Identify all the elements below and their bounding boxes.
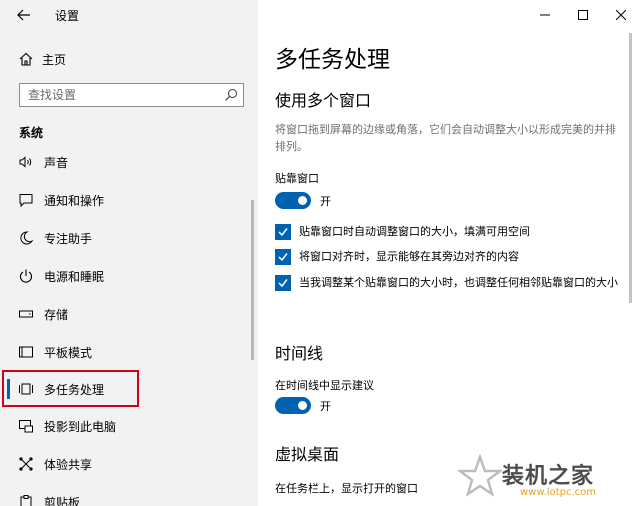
timeline-section-heading: 时间线	[275, 344, 324, 363]
sidebar-item-label: 专注助手	[44, 232, 93, 246]
sidebar-item-label: 剪贴板	[44, 496, 81, 506]
checkmark-icon	[278, 228, 288, 237]
page-title: 多任务处理	[275, 47, 390, 73]
projector-icon	[19, 420, 33, 433]
sidebar-item-project-to-pc[interactable]: 投影到此电脑	[0, 407, 250, 445]
minimize-icon	[540, 14, 550, 16]
sidebar-item-clipboard[interactable]: 剪贴板	[0, 483, 250, 506]
share-icon	[19, 457, 33, 471]
maximize-icon	[578, 10, 588, 20]
minimize-button[interactable]	[526, 0, 564, 30]
sidebar-item-label: 体验共享	[44, 458, 93, 472]
sidebar-item-notifications[interactable]: 通知和操作	[0, 181, 250, 219]
back-arrow-icon	[17, 9, 30, 21]
checkbox-label: 贴靠窗口时自动调整窗口的大小，填满可用空间	[299, 225, 530, 238]
watermark-url: www.lotpc.com	[520, 487, 596, 498]
close-icon	[616, 10, 626, 20]
sidebar-item-label: 存储	[44, 308, 69, 322]
maximize-button[interactable]	[564, 0, 602, 30]
speaker-icon	[19, 156, 32, 168]
sidebar-item-storage[interactable]: 存储	[0, 295, 250, 333]
close-button[interactable]	[602, 0, 640, 30]
snap-description: 将窗口拖到屏幕的边缘或角落，它们会自动调整大小以形成完美的并排排列。	[275, 123, 616, 153]
window-controls	[526, 0, 640, 30]
clipboard-icon	[20, 495, 32, 506]
checkbox-label: 将窗口对齐时，显示能够在其旁边对齐的内容	[299, 250, 519, 263]
moon-icon	[20, 231, 34, 245]
search-box[interactable]	[19, 83, 244, 107]
storage-icon	[19, 310, 33, 318]
section-label: 系统	[19, 126, 44, 140]
snap-toggle-state: 开	[320, 195, 331, 208]
toggle-knob	[298, 196, 307, 205]
annotation-highlight-box	[2, 370, 139, 407]
checkbox-resize-adjacent[interactable]	[275, 275, 291, 291]
snap-toggle[interactable]	[275, 192, 311, 209]
timeline-toggle-state: 开	[320, 400, 331, 413]
home-label: 主页	[42, 53, 67, 67]
home-nav-item[interactable]: 主页	[0, 46, 258, 72]
sidebar-item-label: 通知和操作	[44, 194, 105, 208]
sidebar-scrollbar[interactable]	[251, 200, 254, 360]
checkbox-auto-fill[interactable]	[275, 224, 291, 240]
power-icon	[19, 269, 33, 283]
sidebar-item-focus-assist[interactable]: 专注助手	[0, 219, 250, 257]
sidebar-item-label: 平板模式	[44, 346, 93, 360]
search-input[interactable]	[20, 84, 215, 106]
checkmark-icon	[278, 279, 288, 288]
snap-toggle-label: 贴靠窗口	[275, 172, 319, 185]
timeline-toggle-label: 在时间线中显示建议	[275, 379, 374, 392]
virtual-desktops-heading: 虚拟桌面	[275, 445, 340, 464]
title-bar: 设置	[0, 0, 258, 30]
sidebar-item-tablet-mode[interactable]: 平板模式	[0, 333, 250, 371]
snap-section-heading: 使用多个窗口	[275, 91, 372, 110]
content-scrollbar[interactable]	[629, 33, 632, 303]
sidebar-item-label: 声音	[44, 156, 69, 170]
content-pane: 多任务处理 使用多个窗口 将窗口拖到屏幕的边缘或角落，它们会自动调整大小以形成完…	[258, 0, 640, 506]
sidebar-item-sound[interactable]: 声音	[0, 143, 250, 181]
sidebar-item-shared-experiences[interactable]: 体验共享	[0, 445, 250, 483]
timeline-toggle[interactable]	[275, 397, 311, 414]
sidebar-item-power-sleep[interactable]: 电源和睡眠	[0, 257, 250, 295]
home-icon	[19, 52, 33, 66]
sidebar-item-label: 电源和睡眠	[44, 270, 105, 284]
back-button[interactable]	[12, 4, 36, 26]
star-logo-icon	[458, 454, 502, 497]
checkbox-show-snap-assist[interactable]	[275, 249, 291, 265]
settings-sidebar: 设置 主页 系统 声音 通知和操作 专注助手	[0, 0, 258, 506]
watermark-text: 装机之家	[502, 464, 595, 489]
taskbar-windows-label: 在任务栏上，显示打开的窗口	[275, 482, 418, 495]
checkbox-label: 当我调整某个贴靠窗口的大小时，也调整任何相邻贴靠窗口的大小	[299, 276, 618, 289]
app-title: 设置	[55, 9, 80, 23]
watermark: 装机之家 www.lotpc.com	[458, 450, 638, 506]
search-icon[interactable]	[224, 88, 238, 102]
toggle-knob	[298, 401, 307, 410]
notification-icon	[19, 194, 33, 208]
checkmark-icon	[278, 253, 288, 262]
sidebar-item-label: 投影到此电脑	[44, 420, 117, 434]
tablet-icon	[19, 346, 33, 358]
